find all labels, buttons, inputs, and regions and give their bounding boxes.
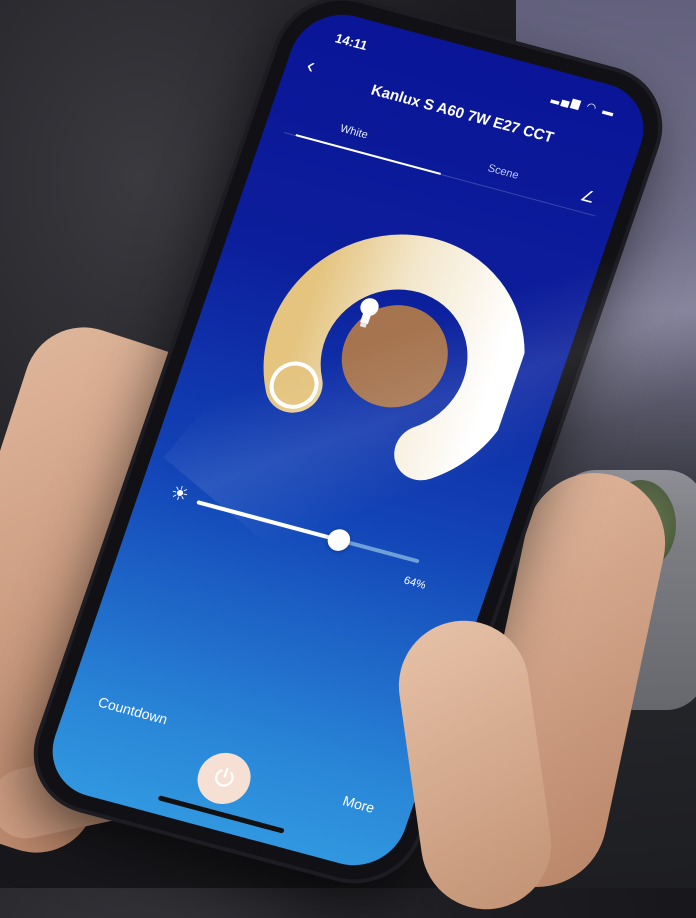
status-time: 14:11 (333, 30, 370, 54)
color-temperature-dial[interactable] (218, 199, 554, 513)
countdown-button[interactable]: Countdown (96, 694, 170, 727)
brightness-value: 64% (402, 574, 428, 592)
tab-bar: White Scene (283, 103, 606, 217)
brightness-control: ☀ 64% (154, 481, 454, 617)
status-icons: ▂▄▆ ◠ ▬ (550, 91, 618, 120)
brightness-fill (196, 500, 340, 542)
back-button[interactable]: ‹ (303, 52, 318, 78)
brightness-slider[interactable] (196, 500, 420, 564)
sun-icon: ☀ (167, 481, 192, 507)
power-icon (215, 767, 234, 787)
more-button[interactable]: More (341, 792, 377, 815)
power-button[interactable] (190, 747, 258, 810)
tab-scene[interactable]: Scene (486, 162, 520, 181)
bottom-bar: Countdown More (39, 641, 438, 877)
tab-white[interactable]: White (338, 123, 369, 142)
brightness-thumb[interactable] (324, 526, 354, 554)
tab-active-indicator (295, 134, 442, 175)
